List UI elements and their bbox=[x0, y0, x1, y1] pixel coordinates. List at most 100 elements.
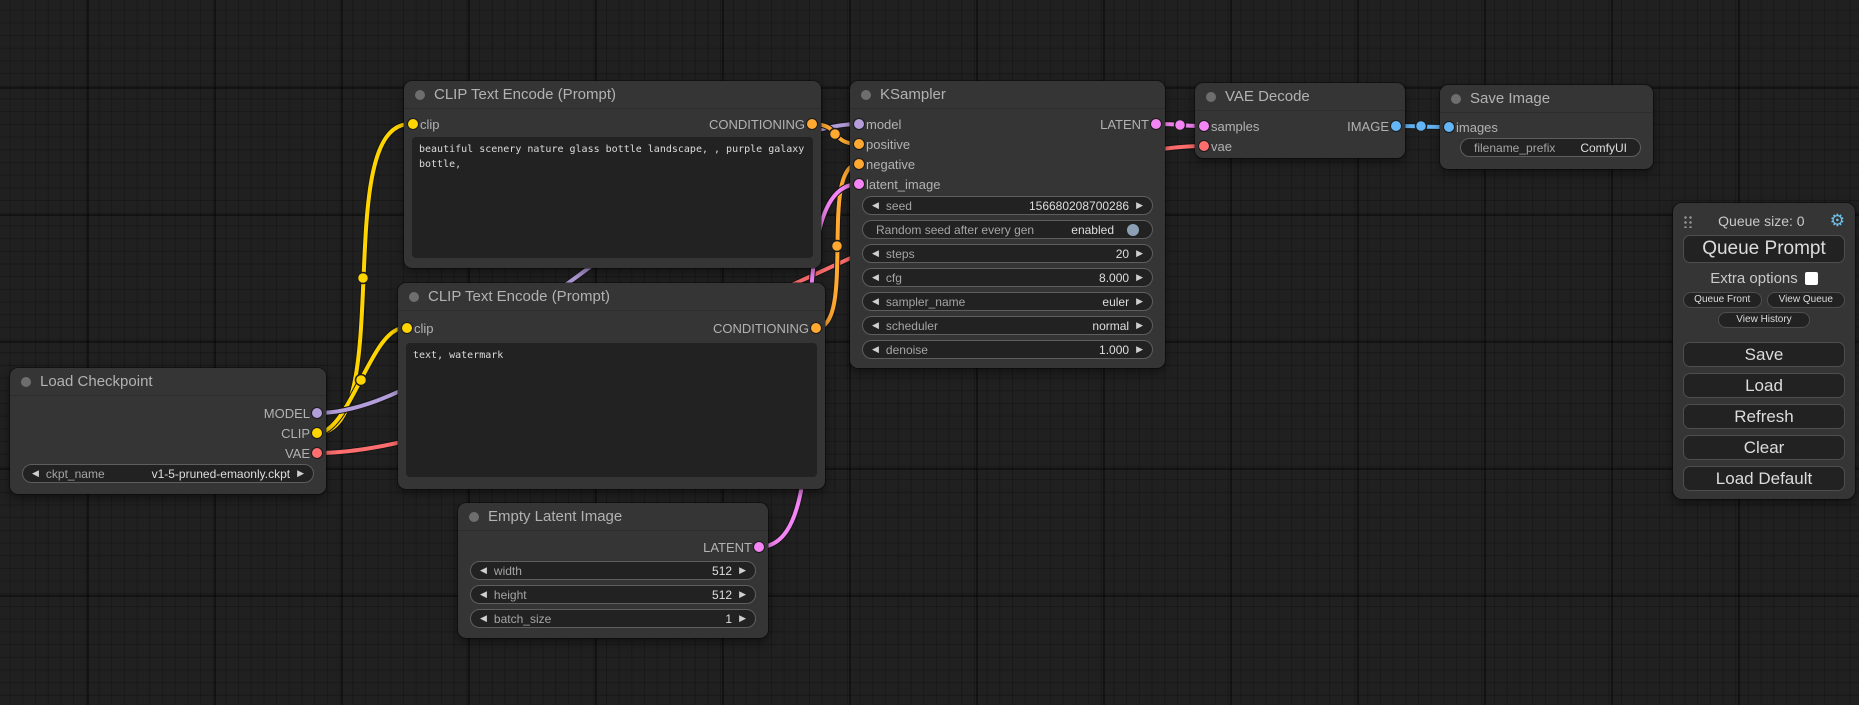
cfg-widget[interactable]: ◀ cfg 8.000 ▶ bbox=[862, 268, 1153, 287]
comfyui-canvas[interactable]: { "colors": { "model": "#b39ddb", "clip"… bbox=[0, 0, 1859, 705]
arrow-left-icon[interactable]: ◀ bbox=[480, 614, 487, 623]
batch-size-widget[interactable]: ◀ batch_size 1 ▶ bbox=[470, 609, 756, 628]
collapse-dot-icon[interactable] bbox=[415, 90, 425, 100]
refresh-button[interactable]: Refresh bbox=[1683, 404, 1845, 429]
sampler-name-widget[interactable]: ◀ sampler_name euler ▶ bbox=[862, 292, 1153, 311]
node-header[interactable]: CLIP Text Encode (Prompt) bbox=[404, 81, 821, 109]
node-header[interactable]: Load Checkpoint bbox=[10, 368, 326, 396]
arrow-right-icon[interactable]: ▶ bbox=[1136, 249, 1143, 258]
node-title: Save Image bbox=[1470, 90, 1550, 107]
arrow-right-icon[interactable]: ▶ bbox=[739, 566, 746, 575]
prompt-textarea[interactable]: beautiful scenery nature glass bottle la… bbox=[412, 137, 813, 258]
output-socket-model[interactable] bbox=[312, 408, 322, 418]
arrow-left-icon[interactable]: ◀ bbox=[872, 345, 879, 354]
node-header[interactable]: CLIP Text Encode (Prompt) bbox=[398, 283, 825, 311]
width-widget[interactable]: ◀ width 512 ▶ bbox=[470, 561, 756, 580]
height-widget[interactable]: ◀ height 512 ▶ bbox=[470, 585, 756, 604]
collapse-dot-icon[interactable] bbox=[409, 292, 419, 302]
ckpt-name-widget[interactable]: ◀ ckpt_name v1-5-pruned-emaonly.ckpt ▶ bbox=[22, 464, 314, 483]
output-socket-latent[interactable] bbox=[754, 542, 764, 552]
input-socket-images[interactable] bbox=[1444, 122, 1454, 132]
clear-button[interactable]: Clear bbox=[1683, 435, 1845, 460]
input-socket-vae[interactable] bbox=[1199, 141, 1209, 151]
collapse-dot-icon[interactable] bbox=[469, 512, 479, 522]
output-socket-clip[interactable] bbox=[312, 428, 322, 438]
input-socket-samples[interactable] bbox=[1199, 121, 1209, 131]
input-socket-clip[interactable] bbox=[408, 119, 418, 129]
node-title: Empty Latent Image bbox=[488, 508, 622, 525]
seed-widget[interactable]: ◀ seed 156680208700286 ▶ bbox=[862, 196, 1153, 215]
denoise-widget[interactable]: ◀ denoise 1.000 ▶ bbox=[862, 340, 1153, 359]
node-title: CLIP Text Encode (Prompt) bbox=[434, 86, 616, 103]
view-queue-button[interactable]: View Queue bbox=[1767, 292, 1846, 308]
node-ksampler[interactable]: KSampler model positive negative latent_… bbox=[850, 81, 1165, 368]
arrow-left-icon[interactable]: ◀ bbox=[872, 273, 879, 282]
view-history-button[interactable]: View History bbox=[1718, 312, 1810, 328]
arrow-right-icon[interactable]: ▶ bbox=[739, 614, 746, 623]
link-dot bbox=[1175, 120, 1186, 131]
input-slot-latent-image: latent_image bbox=[866, 174, 940, 194]
node-empty-latent-image[interactable]: Empty Latent Image LATENT ◀ width 512 ▶ … bbox=[458, 503, 768, 638]
extra-options-row: Extra options bbox=[1673, 271, 1855, 286]
input-socket-clip[interactable] bbox=[402, 323, 412, 333]
node-save-image[interactable]: Save Image images filename_prefix ComfyU… bbox=[1440, 85, 1653, 169]
collapse-dot-icon[interactable] bbox=[1206, 92, 1216, 102]
save-button[interactable]: Save bbox=[1683, 342, 1845, 367]
extra-options-checkbox[interactable] bbox=[1805, 272, 1818, 285]
node-clip-text-encode-positive[interactable]: CLIP Text Encode (Prompt) clip CONDITION… bbox=[404, 81, 821, 268]
input-slot-samples: samples bbox=[1211, 116, 1259, 136]
gear-icon[interactable]: ⚙ bbox=[1830, 212, 1845, 229]
node-clip-text-encode-negative[interactable]: CLIP Text Encode (Prompt) clip CONDITION… bbox=[398, 283, 825, 489]
collapse-dot-icon[interactable] bbox=[861, 90, 871, 100]
input-socket-positive[interactable] bbox=[854, 139, 864, 149]
arrow-left-icon[interactable]: ◀ bbox=[872, 249, 879, 258]
node-header[interactable]: KSampler bbox=[850, 81, 1165, 109]
input-socket-model[interactable] bbox=[854, 119, 864, 129]
input-socket-negative[interactable] bbox=[854, 159, 864, 169]
node-header[interactable]: VAE Decode bbox=[1195, 83, 1405, 111]
prompt-textarea[interactable]: text, watermark bbox=[406, 343, 817, 477]
widget-value: v1-5-pruned-emaonly.ckpt bbox=[152, 467, 291, 481]
link-dot bbox=[356, 375, 367, 386]
load-default-button[interactable]: Load Default bbox=[1683, 466, 1845, 491]
arrow-right-icon[interactable]: ▶ bbox=[1136, 297, 1143, 306]
queue-front-button[interactable]: Queue Front bbox=[1683, 292, 1762, 308]
random-seed-widget[interactable]: Random seed after every gen enabled bbox=[862, 220, 1153, 239]
node-load-checkpoint[interactable]: Load Checkpoint MODEL CLIP VAE ◀ ckpt_na… bbox=[10, 368, 326, 494]
output-socket-vae[interactable] bbox=[312, 448, 322, 458]
arrow-left-icon[interactable]: ◀ bbox=[872, 321, 879, 330]
arrow-right-icon[interactable]: ▶ bbox=[1136, 273, 1143, 282]
load-button[interactable]: Load bbox=[1683, 373, 1845, 398]
arrow-right-icon[interactable]: ▶ bbox=[1136, 321, 1143, 330]
node-header[interactable]: Save Image bbox=[1440, 85, 1653, 113]
collapse-dot-icon[interactable] bbox=[1451, 94, 1461, 104]
arrow-left-icon[interactable]: ◀ bbox=[872, 201, 879, 210]
arrow-right-icon[interactable]: ▶ bbox=[739, 590, 746, 599]
widget-label: ckpt_name bbox=[46, 467, 105, 481]
link-clip-positive bbox=[317, 124, 410, 433]
output-socket-conditioning[interactable] bbox=[807, 119, 817, 129]
collapse-dot-icon[interactable] bbox=[21, 377, 31, 387]
output-socket-conditioning[interactable] bbox=[811, 323, 821, 333]
node-vae-decode[interactable]: VAE Decode samples vae IMAGE bbox=[1195, 83, 1405, 158]
output-socket-latent[interactable] bbox=[1151, 119, 1161, 129]
arrow-left-icon[interactable]: ◀ bbox=[480, 566, 487, 575]
arrow-left-icon[interactable]: ◀ bbox=[32, 469, 39, 478]
toggle-enabled-icon[interactable] bbox=[1127, 224, 1139, 236]
filename-prefix-widget[interactable]: filename_prefix ComfyUI bbox=[1460, 138, 1641, 157]
input-slot-model: model bbox=[866, 114, 901, 134]
link-clip-negative bbox=[317, 328, 404, 433]
drag-handle-icon[interactable] bbox=[1683, 214, 1693, 228]
arrow-left-icon[interactable]: ◀ bbox=[872, 297, 879, 306]
arrow-left-icon[interactable]: ◀ bbox=[480, 590, 487, 599]
output-socket-image[interactable] bbox=[1391, 121, 1401, 131]
node-header[interactable]: Empty Latent Image bbox=[458, 503, 768, 531]
steps-widget[interactable]: ◀ steps 20 ▶ bbox=[862, 244, 1153, 263]
input-socket-latent-image[interactable] bbox=[854, 179, 864, 189]
arrow-right-icon[interactable]: ▶ bbox=[297, 469, 304, 478]
arrow-right-icon[interactable]: ▶ bbox=[1136, 345, 1143, 354]
queue-prompt-button[interactable]: Queue Prompt bbox=[1683, 235, 1845, 263]
output-slot-clip: CLIP bbox=[281, 423, 310, 443]
arrow-right-icon[interactable]: ▶ bbox=[1136, 201, 1143, 210]
scheduler-widget[interactable]: ◀ scheduler normal ▶ bbox=[862, 316, 1153, 335]
